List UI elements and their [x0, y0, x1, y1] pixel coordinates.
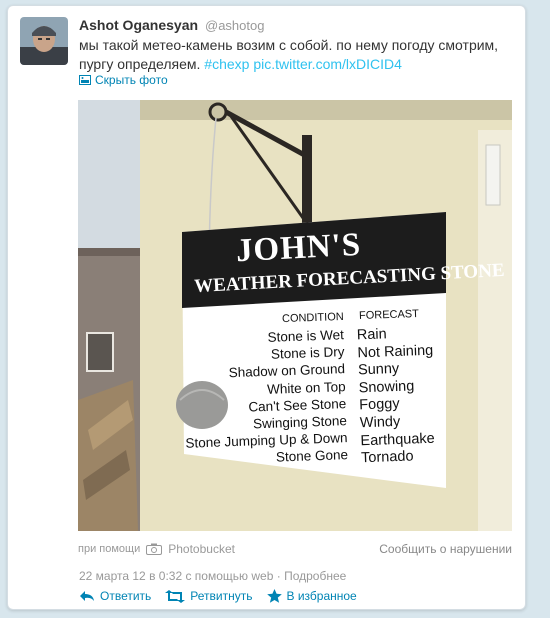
- tweet-text: мы такой метео-камень возим с собой. по …: [79, 36, 519, 74]
- hide-photo-toggle[interactable]: Скрыть фото: [79, 73, 168, 87]
- sign-forecast-item: Tornado: [360, 448, 414, 467]
- reply-icon: [80, 591, 94, 601]
- sign-forecast-list: Rain Not Raining Sunny Snowing Foggy Win…: [357, 325, 438, 468]
- tweet-meta: 22 марта 12 в 0:32 с помощью web · Подро…: [79, 569, 346, 583]
- camera-icon: [146, 543, 163, 555]
- star-icon: [266, 589, 282, 603]
- retweet-icon: [165, 589, 186, 603]
- details-link[interactable]: Подробнее: [284, 569, 346, 583]
- author-handle[interactable]: @ashotog: [205, 18, 264, 33]
- tweet-actions: Ответить Ретвитнуть В избранное: [79, 589, 357, 603]
- attribution-via-label: при помощи: [78, 543, 141, 555]
- attribution-source: при помощи Photobucket: [78, 542, 235, 556]
- report-link[interactable]: Сообщить о нарушении: [379, 542, 512, 556]
- retweet-button[interactable]: Ретвитнуть: [165, 589, 253, 603]
- photo-attribution: при помощи Photobucket Сообщить о наруше…: [78, 542, 512, 558]
- image-icon: [79, 75, 91, 85]
- via-label: с помощью: [182, 569, 252, 583]
- sign-col-condition: CONDITION: [281, 310, 344, 326]
- reply-button[interactable]: Ответить: [79, 589, 151, 603]
- hide-photo-label: Скрыть фото: [95, 73, 168, 87]
- author-name[interactable]: Ashot Oganesyan: [79, 17, 198, 33]
- tweet-photo[interactable]: JOHN'S WEATHER FORECASTING STONE CONDITI…: [78, 100, 512, 531]
- tweet-card: Ashot Oganesyan @ashotog мы такой метео-…: [7, 5, 526, 610]
- favorite-button[interactable]: В избранное: [266, 589, 357, 603]
- sign-conditions-list: Stone is Wet Stone is Dry Shadow on Grou…: [180, 326, 349, 469]
- retweet-label: Ретвитнуть: [190, 589, 253, 603]
- hashtag-link[interactable]: #chexp: [204, 56, 249, 72]
- reply-label: Ответить: [100, 589, 152, 603]
- sign-title: JOHN'S: [235, 226, 363, 270]
- sign-col-forecast: FORECAST: [358, 307, 420, 323]
- avatar[interactable]: [20, 17, 68, 65]
- pic-link[interactable]: pic.twitter.com/lxDICID4: [253, 56, 402, 72]
- attribution-service-link[interactable]: Photobucket: [168, 542, 235, 556]
- client-link[interactable]: web: [251, 569, 273, 583]
- sign-forecast-item: Earthquake: [360, 430, 435, 449]
- sign-forecast-item: Not Raining: [357, 342, 434, 361]
- meta-separator: ·: [273, 569, 285, 583]
- timestamp-link[interactable]: 22 марта 12 в 0:32: [79, 569, 182, 583]
- favorite-label: В избранное: [286, 589, 357, 603]
